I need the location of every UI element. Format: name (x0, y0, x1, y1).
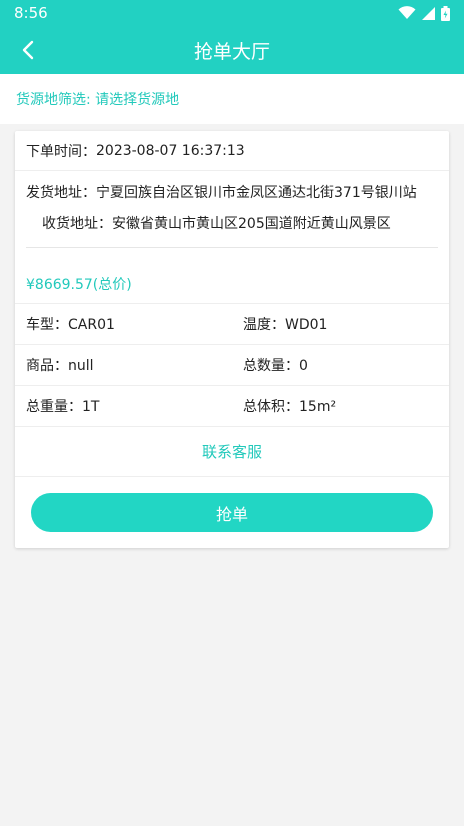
weight-volume-row: 总重量：1T 总体积：15m² (15, 385, 449, 426)
order-card: 下单时间： 2023-08-07 16:37:13 发货地址：宁夏回族自治区银川… (15, 131, 449, 548)
status-time: 8:56 (14, 4, 48, 22)
vehicle-temp-row: 车型：CAR01 温度：WD01 (15, 303, 449, 344)
order-time-row: 下单时间： 2023-08-07 16:37:13 (15, 131, 449, 171)
order-time-value: 2023-08-07 16:37:13 (96, 142, 245, 159)
weight-cell: 总重量：1T (15, 396, 232, 416)
goods-label: 商品： (26, 358, 68, 374)
battery-icon (441, 5, 450, 21)
ship-address-row: 发货地址：宁夏回族自治区银川市金凤区通达北街371号银川站 (26, 182, 417, 202)
page-title: 抢单大厅 (193, 40, 270, 63)
temperature-label: 温度： (243, 317, 285, 333)
weight-label: 总重量： (26, 399, 82, 415)
signal-icon (422, 6, 435, 20)
recv-address-value: 安徽省黄山市黄山区205国道附近黄山风景区 (112, 216, 391, 232)
filter-label: 货源地筛选: (16, 92, 96, 108)
wifi-icon (398, 6, 416, 19)
back-arrow-icon (22, 40, 34, 60)
goods-cell: 商品：null (15, 355, 232, 375)
ship-address-value: 宁夏回族自治区银川市金凤区通达北街371号银川站 (96, 185, 417, 201)
divider (26, 247, 438, 248)
quantity-value: 0 (299, 358, 308, 374)
recv-address-label: 收货地址： (42, 216, 112, 232)
recv-address-row: 收货地址：安徽省黄山市黄山区205国道附近黄山风景区 (42, 213, 391, 233)
filter-value[interactable]: 请选择货源地 (95, 89, 179, 109)
ship-address-label: 发货地址： (26, 185, 96, 201)
temperature-value: WD01 (285, 317, 328, 333)
quantity-label: 总数量： (243, 358, 299, 374)
status-bar: 8:56 (0, 0, 464, 26)
grab-order-button[interactable]: 抢单 (31, 493, 433, 532)
vehicle-label: 车型： (26, 317, 68, 333)
volume-value: 15m² (299, 399, 337, 415)
order-time-label: 下单时间： (26, 143, 96, 160)
quantity-cell: 总数量：0 (232, 355, 449, 375)
weight-value: 1T (82, 399, 100, 415)
vehicle-cell: 车型：CAR01 (15, 314, 232, 334)
vehicle-value: CAR01 (68, 317, 115, 333)
goods-qty-row: 商品：null 总数量：0 (15, 344, 449, 385)
volume-cell: 总体积：15m² (232, 396, 449, 416)
goods-value: null (68, 358, 94, 374)
source-filter[interactable]: 货源地筛选: 请选择货源地 (0, 74, 464, 124)
status-icons (398, 5, 450, 21)
back-button[interactable] (14, 36, 42, 64)
app-bar: 抢单大厅 (0, 26, 464, 74)
total-price: ¥8669.57(总价) (26, 277, 132, 293)
temperature-cell: 温度：WD01 (232, 314, 449, 334)
volume-label: 总体积： (243, 399, 299, 415)
contact-service-button[interactable]: 联系客服 (15, 426, 449, 477)
